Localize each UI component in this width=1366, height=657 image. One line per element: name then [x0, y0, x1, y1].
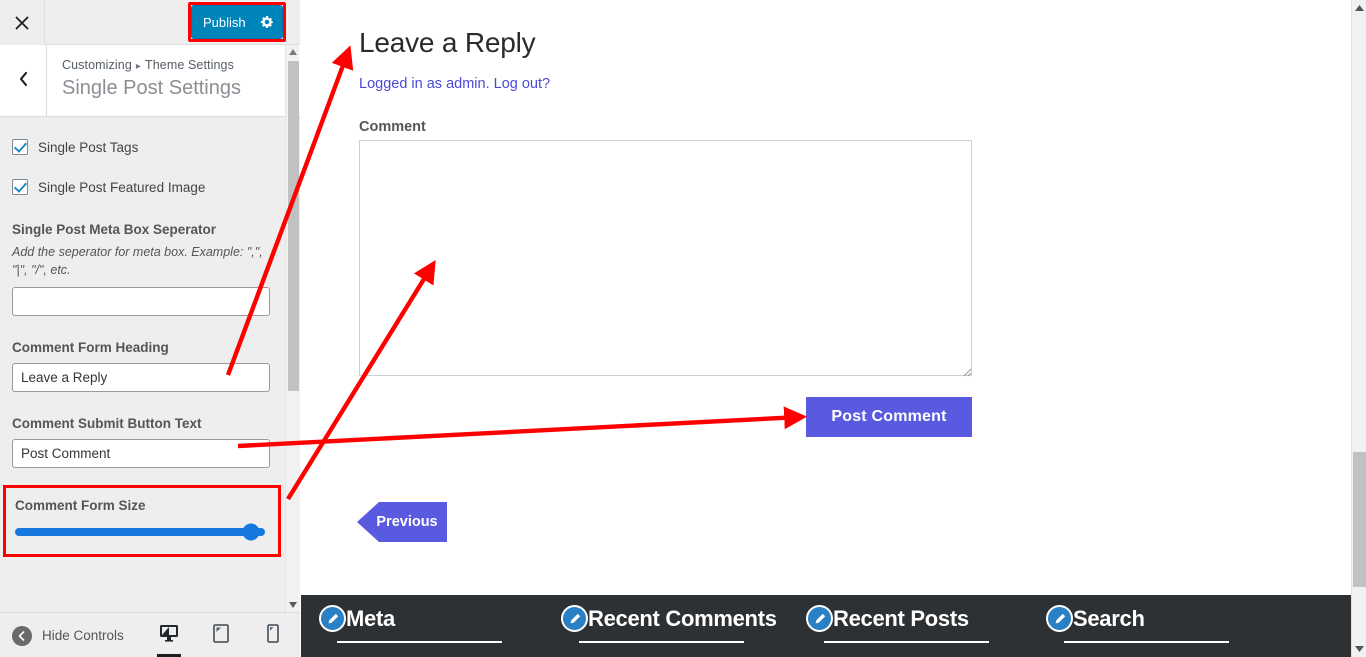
widget-title: Recent Comments: [588, 605, 777, 631]
widget-underline: [337, 641, 502, 643]
edit-pencil-icon[interactable]: [1046, 605, 1073, 632]
back-button[interactable]: [0, 45, 47, 117]
breadcrumb-section: Theme Settings: [145, 58, 234, 72]
customizer-header-bar: Publish: [0, 0, 300, 45]
site-footer-widgets: Meta Recent Comments Recent Posts Search: [301, 595, 1351, 657]
browser-scrollbar[interactable]: [1351, 0, 1366, 657]
widget-underline: [1064, 641, 1229, 643]
meta-box-separator-label: Single Post Meta Box Seperator: [12, 222, 217, 237]
tablet-icon: [213, 623, 229, 648]
comment-form-size-highlight-box: Comment Form Size: [3, 485, 281, 558]
comment-submit-button-text-label: Comment Submit Button Text: [12, 416, 202, 432]
single-post-featured-image-label: Single Post Featured Image: [38, 179, 206, 195]
comment-form-heading-label: Comment Form Heading: [12, 340, 169, 356]
comment-form-size-label: Comment Form Size: [15, 498, 146, 514]
publish-highlight-box: Publish: [188, 2, 286, 42]
close-customizer-button[interactable]: [0, 0, 45, 45]
sidebar-scroll-up-icon[interactable]: [286, 45, 300, 59]
widget-underline: [579, 641, 744, 643]
hide-controls-button[interactable]: Hide Controls: [12, 613, 124, 657]
sidebar-scroll-down-icon[interactable]: [286, 598, 300, 612]
scroll-down-icon[interactable]: [1352, 641, 1366, 657]
post-comment-button[interactable]: Post Comment: [806, 397, 972, 437]
panel-header: Customizing ▸ Theme Settings Single Post S…: [0, 45, 300, 117]
collapse-arrow-icon: [12, 625, 32, 646]
previous-post-button[interactable]: Previous: [357, 502, 447, 542]
publish-button-label: Publish: [203, 14, 246, 30]
page-title: Single Post Settings: [62, 77, 241, 99]
single-post-tags-label: Single Post Tags: [38, 139, 139, 155]
edit-pencil-icon[interactable]: [561, 605, 588, 632]
mobile-icon: [267, 623, 279, 648]
device-desktop-button[interactable]: [154, 613, 184, 657]
comment-field-label: Comment: [359, 119, 426, 135]
comment-submit-button-text-input[interactable]: [12, 439, 270, 469]
device-preview-group: [154, 613, 288, 657]
close-icon: [14, 15, 30, 31]
widget-title-row: Recent Comments: [561, 605, 811, 632]
panel-title-group: Customizing ▸ Theme Settings Single Post S…: [62, 58, 241, 100]
footer-widget-meta: Meta: [319, 605, 537, 643]
desktop-icon: [159, 624, 179, 647]
hide-controls-label: Hide Controls: [42, 628, 124, 643]
customizer-sidebar: Publish Customizing ▸ Theme Settings Sin…: [0, 0, 300, 657]
comment-form-size-slider-thumb[interactable]: [242, 523, 260, 541]
edit-pencil-icon[interactable]: [806, 605, 833, 632]
customizer-footer-bar: Hide Controls: [0, 612, 300, 657]
widget-title-row: Recent Posts: [806, 605, 1026, 632]
leave-a-reply-heading: Leave a Reply: [359, 27, 536, 58]
site-preview-frame: Leave a Reply Logged in as admin. Log ou…: [301, 0, 1351, 657]
widget-title-row: Search: [1046, 605, 1266, 632]
footer-widget-recent-comments: Recent Comments: [561, 605, 811, 643]
sidebar-scrollbar[interactable]: [285, 45, 299, 612]
browser-scrollbar-thumb[interactable]: [1353, 452, 1366, 587]
single-post-featured-image-checkbox[interactable]: [12, 179, 28, 195]
log-out-link[interactable]: Log out?: [494, 76, 550, 92]
sidebar-scrollbar-thumb[interactable]: [288, 61, 299, 391]
breadcrumb-separator-icon: ▸: [135, 61, 141, 72]
meta-box-separator-input[interactable]: [12, 287, 270, 317]
edit-pencil-icon[interactable]: [319, 605, 346, 632]
comment-textarea[interactable]: [359, 140, 972, 376]
breadcrumb: Customizing ▸ Theme Settings: [62, 58, 241, 72]
publish-button[interactable]: Publish: [191, 5, 283, 39]
meta-box-separator-description: Add the seperator for meta box. Example:…: [12, 245, 263, 278]
device-mobile-button[interactable]: [258, 613, 288, 657]
breadcrumb-root: Customizing: [62, 58, 132, 72]
widget-title: Meta: [346, 605, 395, 631]
scroll-up-icon[interactable]: [1352, 0, 1366, 16]
chevron-left-icon: [18, 71, 29, 92]
control-single-post-featured-image[interactable]: Single Post Featured Image: [0, 176, 286, 198]
comment-form-size-slider[interactable]: [15, 523, 265, 541]
gear-icon[interactable]: [260, 15, 274, 29]
customizer-screen: Publish Customizing ▸ Theme Settings Sin…: [0, 0, 1366, 657]
widget-title: Search: [1073, 605, 1145, 631]
footer-widget-search: Search: [1046, 605, 1266, 643]
widget-title-row: Meta: [319, 605, 537, 632]
device-tablet-button[interactable]: [206, 613, 236, 657]
customizer-controls-scroll: Single Post Tags Single Post Featured Im…: [0, 118, 300, 612]
controls-list: Single Post Tags Single Post Featured Im…: [0, 118, 286, 558]
logged-in-notice: Logged in as admin. Log out?: [359, 76, 550, 92]
control-single-post-tags[interactable]: Single Post Tags: [0, 136, 286, 158]
comment-form-heading-input[interactable]: [12, 363, 270, 393]
widget-title: Recent Posts: [833, 605, 969, 631]
footer-widget-recent-posts: Recent Posts: [806, 605, 1026, 643]
single-post-tags-checkbox[interactable]: [12, 139, 28, 155]
logged-in-text: Logged in as admin.: [359, 76, 494, 92]
widget-underline: [824, 641, 989, 643]
